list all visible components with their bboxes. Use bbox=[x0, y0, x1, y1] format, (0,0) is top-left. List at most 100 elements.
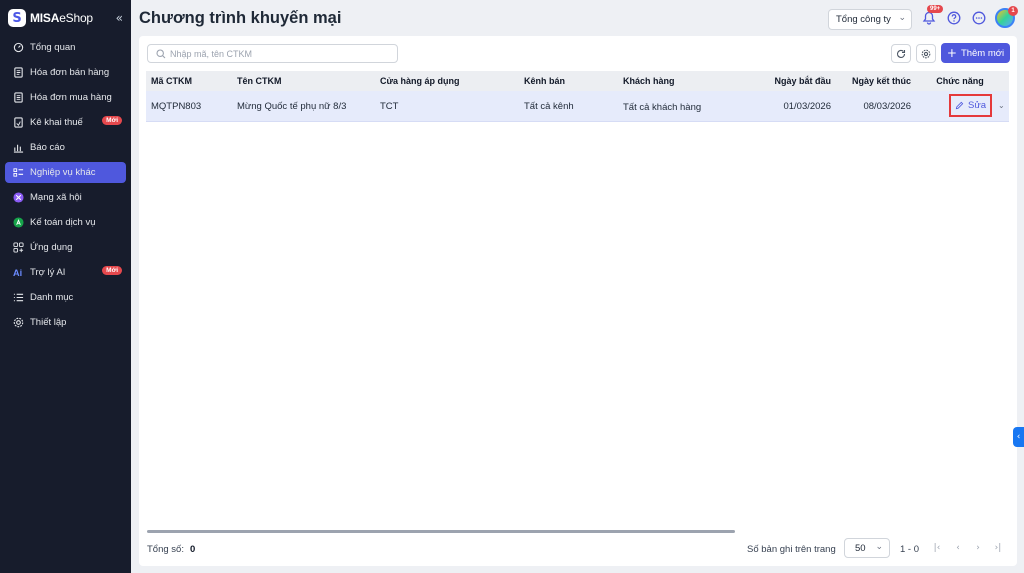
avatar-badge: 1 bbox=[1008, 6, 1018, 16]
cell-store: TCT bbox=[380, 100, 399, 112]
promotion-table: Mã CTKM Tên CTKM Cửa hàng áp dụng Kênh b… bbox=[146, 71, 1009, 122]
edit-button[interactable]: Sửa bbox=[949, 94, 992, 117]
chevron-down-icon[interactable]: ⌄ bbox=[998, 101, 1005, 110]
sidebar-item-other-operations[interactable]: Nghiệp vụ khác bbox=[5, 162, 126, 183]
tax-declaration-icon bbox=[12, 117, 24, 129]
refresh-button[interactable] bbox=[891, 44, 911, 63]
pencil-icon bbox=[955, 101, 964, 110]
brand-name: MISAeShop bbox=[30, 11, 93, 25]
dashboard-icon bbox=[12, 42, 24, 54]
apps-icon bbox=[12, 242, 24, 254]
misa-logo-icon: S bbox=[8, 9, 26, 27]
per-page-value: 50 bbox=[855, 542, 866, 554]
chevron-down-icon: ⌄ bbox=[875, 542, 883, 552]
catalog-icon bbox=[12, 292, 24, 304]
column-header[interactable]: Ngày bắt đầu bbox=[736, 71, 841, 91]
sidebar-item-label: Tổng quan bbox=[30, 42, 76, 53]
previous-page-icon[interactable]: ‹ bbox=[951, 541, 965, 555]
cell-name: Mừng Quốc tế phụ nữ 8/3 bbox=[237, 100, 347, 112]
sidebar-item-label: Trợ lý AI bbox=[30, 267, 66, 278]
sidebar-item-label: Thiết lập bbox=[30, 317, 67, 328]
help-icon[interactable] bbox=[947, 11, 961, 25]
sidebar: S MISAeShop « Tổng quan Hóa đơn bán hàng… bbox=[0, 0, 131, 573]
svg-text:Ai: Ai bbox=[13, 268, 22, 278]
refresh-icon bbox=[897, 49, 906, 58]
total-value: 0 bbox=[190, 544, 196, 555]
search-icon bbox=[156, 49, 166, 59]
sidebar-item-label: Kế toán dịch vụ bbox=[30, 217, 96, 228]
last-page-icon[interactable]: ›| bbox=[991, 541, 1005, 555]
sidebar-item-label: Danh mục bbox=[30, 292, 74, 303]
sidebar-item-report[interactable]: Báo cáo bbox=[5, 137, 126, 158]
invoice-icon bbox=[12, 67, 24, 79]
column-header[interactable]: Ngày kết thúc bbox=[841, 71, 911, 91]
notification-badge: 99+ bbox=[927, 5, 944, 13]
sidebar-item-label: Báo cáo bbox=[30, 142, 65, 153]
cell-end-date: 08/03/2026 bbox=[863, 100, 911, 112]
main-card: + Thêm mới Mã CTKM Tên CTKM Cửa hàng áp … bbox=[139, 36, 1017, 566]
page-range: 1 - 0 bbox=[900, 544, 920, 555]
company-select-value: Tổng công ty bbox=[836, 14, 891, 25]
sidebar-item-social[interactable]: Mạng xã hội bbox=[5, 187, 126, 208]
table-row[interactable]: MQTPN803 Mừng Quốc tế phụ nữ 8/3 TCT Tất… bbox=[146, 91, 1009, 122]
expand-panel-icon[interactable]: ‹ bbox=[1013, 427, 1024, 447]
column-header[interactable]: Kênh bán bbox=[519, 71, 618, 91]
sidebar-item-catalog[interactable]: Danh mục bbox=[5, 287, 126, 308]
list-icon bbox=[12, 167, 24, 179]
column-header[interactable]: Mã CTKM bbox=[146, 71, 232, 91]
per-page-select[interactable]: 50 ⌄ bbox=[844, 538, 890, 558]
social-icon bbox=[12, 192, 24, 204]
cell-start-date: 01/03/2026 bbox=[783, 100, 831, 112]
column-header[interactable]: Tên CTKM bbox=[232, 71, 375, 91]
bell-icon[interactable] bbox=[922, 11, 936, 25]
cell-code: MQTPN803 bbox=[151, 100, 202, 112]
header: Chương trình khuyến mại Tổng công ty ⌄ 9… bbox=[131, 0, 1024, 36]
new-badge: Mới bbox=[102, 116, 122, 125]
sidebar-nav: Tổng quan Hóa đơn bán hàng Hóa đơn mua h… bbox=[0, 37, 131, 333]
sidebar-item-label: Mạng xã hội bbox=[30, 192, 82, 203]
plus-icon: + bbox=[946, 46, 957, 60]
first-page-icon[interactable]: |‹ bbox=[930, 541, 944, 555]
settings-button[interactable] bbox=[916, 44, 936, 63]
sidebar-item-label: Kê khai thuế bbox=[30, 117, 83, 128]
gear-icon bbox=[921, 49, 931, 58]
sidebar-item-apps[interactable]: Ứng dụng bbox=[5, 237, 126, 258]
more-options-icon[interactable] bbox=[972, 11, 986, 25]
sidebar-item-label: Nghiệp vụ khác bbox=[30, 167, 96, 178]
report-icon bbox=[12, 142, 24, 154]
brand[interactable]: S MISAeShop bbox=[0, 0, 131, 36]
sidebar-item-ai-assistant[interactable]: Ai Trợ lý AI Mới bbox=[5, 262, 126, 283]
next-page-icon[interactable]: › bbox=[971, 541, 985, 555]
sidebar-item-purchase-invoice[interactable]: Hóa đơn mua hàng bbox=[5, 87, 126, 108]
cell-customer: Tất cả khách hàng bbox=[623, 101, 702, 113]
add-new-button[interactable]: + Thêm mới bbox=[941, 43, 1010, 63]
total-label: Tổng số: bbox=[147, 544, 184, 555]
sidebar-item-accounting-service[interactable]: Kế toán dịch vụ bbox=[5, 212, 126, 233]
collapse-sidebar-icon[interactable]: « bbox=[116, 11, 123, 25]
accounting-service-icon bbox=[12, 217, 24, 229]
sidebar-item-label: Hóa đơn mua hàng bbox=[30, 92, 112, 103]
page-title: Chương trình khuyến mại bbox=[139, 9, 342, 27]
cell-channel: Tất cả kênh bbox=[524, 100, 574, 112]
column-header[interactable]: Khách hàng bbox=[618, 71, 736, 91]
search-box[interactable] bbox=[147, 44, 398, 63]
purchase-invoice-icon bbox=[12, 92, 24, 104]
table-header: Mã CTKM Tên CTKM Cửa hàng áp dụng Kênh b… bbox=[146, 71, 1009, 91]
new-badge: Mới bbox=[102, 266, 122, 275]
add-new-label: Thêm mới bbox=[960, 47, 1005, 59]
sidebar-item-overview[interactable]: Tổng quan bbox=[5, 37, 126, 58]
sidebar-item-sales-invoice[interactable]: Hóa đơn bán hàng bbox=[5, 62, 126, 83]
sidebar-item-label: Ứng dụng bbox=[30, 242, 73, 253]
column-header: Chức năng bbox=[936, 76, 984, 86]
settings-icon bbox=[12, 317, 24, 329]
company-select[interactable]: Tổng công ty ⌄ bbox=[828, 9, 912, 30]
ai-icon: Ai bbox=[12, 267, 24, 279]
horizontal-scrollbar[interactable] bbox=[147, 530, 735, 533]
per-page-label: Số bản ghi trên trang bbox=[747, 544, 836, 555]
chevron-down-icon: ⌄ bbox=[898, 13, 906, 23]
sidebar-item-settings[interactable]: Thiết lập bbox=[5, 312, 126, 333]
sidebar-item-tax-declaration[interactable]: Kê khai thuế Mới bbox=[5, 112, 126, 133]
sidebar-item-label: Hóa đơn bán hàng bbox=[30, 67, 110, 78]
column-header[interactable]: Cửa hàng áp dụng bbox=[375, 71, 519, 91]
search-input[interactable] bbox=[170, 48, 397, 59]
